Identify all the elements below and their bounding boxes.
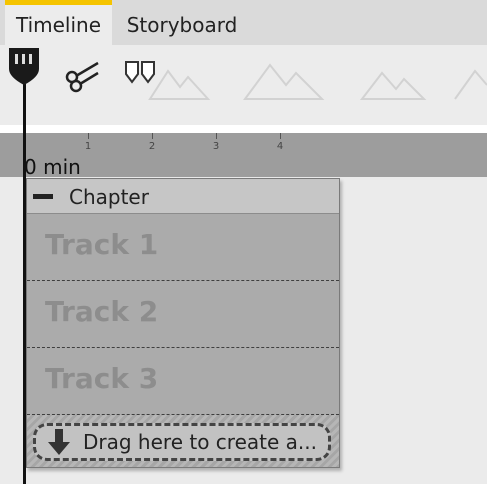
track-label: Track 2 — [45, 295, 159, 328]
ruler-tick-label: 3 — [212, 141, 220, 152]
drop-zone-label: Drag here to create a... — [83, 430, 317, 454]
ruler-tick-label: 2 — [148, 141, 156, 152]
drag-to-create-drop-zone[interactable]: Drag here to create a... — [33, 423, 331, 461]
collapse-chapter-button[interactable] — [33, 194, 53, 199]
chapter-header[interactable]: Chapter — [27, 179, 339, 214]
tab-storyboard[interactable]: Storyboard — [117, 0, 247, 45]
split-marker-icon[interactable] — [124, 60, 156, 86]
track-1[interactable]: Track 1 — [27, 214, 339, 281]
playhead-handle[interactable] — [8, 47, 42, 87]
playhead-line[interactable] — [23, 84, 26, 484]
track-2[interactable]: Track 2 — [27, 281, 339, 348]
toolbar-separator — [0, 125, 487, 133]
ruler-tick — [152, 133, 153, 139]
ruler-start-label: 0 min — [24, 155, 81, 179]
chapter-title: Chapter — [69, 185, 149, 209]
arrow-down-icon — [48, 429, 70, 455]
ruler-tick-label: 1 — [84, 141, 92, 152]
chapter-block[interactable]: Chapter Track 1 Track 2 Track 3 Drag her… — [26, 178, 340, 468]
ruler-tick — [280, 133, 281, 139]
ruler-tick — [88, 133, 89, 139]
tab-bar: Timeline Storyboard — [0, 0, 487, 45]
tab-timeline[interactable]: Timeline — [5, 0, 112, 45]
ruler-tick-label: 4 — [276, 141, 284, 152]
track-label: Track 3 — [45, 362, 159, 395]
drop-area: Drag here to create a... — [27, 415, 339, 467]
track-label: Track 1 — [45, 228, 159, 261]
timeline-toolbar — [0, 45, 487, 125]
scissors-icon[interactable] — [64, 59, 104, 93]
ruler-tick — [216, 133, 217, 139]
track-3[interactable]: Track 3 — [27, 348, 339, 415]
